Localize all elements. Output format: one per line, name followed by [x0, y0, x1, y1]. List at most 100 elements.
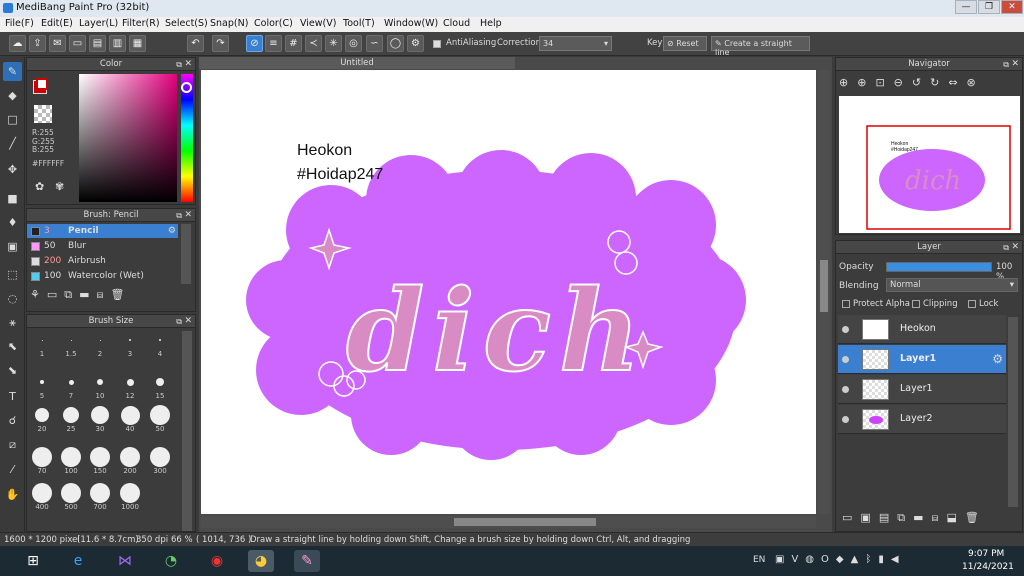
save-icon[interactable]: ▥ [109, 35, 126, 52]
close-icon[interactable]: ✕ [184, 209, 192, 222]
new-document-icon[interactable]: ▭ [69, 35, 86, 52]
palette-add-icon[interactable]: ✾ [55, 180, 64, 193]
brush-size-option[interactable]: 5 [28, 372, 56, 400]
undock-icon[interactable]: ⧉ [176, 315, 182, 328]
select-tool-icon[interactable]: ⬚ [3, 265, 22, 284]
select-eraser-tool-icon[interactable]: ⬊ [3, 361, 22, 380]
layer-row-layer1-selected[interactable]: Layer1 ⚙ [838, 345, 1006, 374]
line-tool-icon[interactable]: ╱ [3, 134, 22, 153]
layer-row-heokon[interactable]: Heokon [838, 315, 1006, 344]
brush-list-scrollbar[interactable] [181, 224, 191, 284]
text-tool-icon[interactable]: T [3, 387, 22, 406]
zoom-out-icon[interactable]: ⊖ [894, 76, 912, 89]
menu-snap[interactable]: Snap(N) [210, 18, 248, 29]
menu-cloud[interactable]: Cloud [443, 18, 470, 29]
canvas-horizontal-scrollbar[interactable] [201, 516, 816, 528]
paint-taskbar-icon[interactable]: ✎ [294, 550, 320, 572]
brush-size-option[interactable]: 4 [146, 330, 174, 358]
brush-size-option[interactable]: 2 [86, 330, 114, 358]
menu-view[interactable]: View(V) [300, 18, 336, 29]
merge-layer-icon[interactable]: ⬓ [946, 511, 964, 524]
menu-select[interactable]: Select(S) [165, 18, 208, 29]
menu-window[interactable]: Window(W) [384, 18, 438, 29]
brush-size-option[interactable]: 30 [86, 405, 114, 433]
brush-item-pencil[interactable]: 3 Pencil ⚙ [27, 224, 178, 238]
lasso-tool-icon[interactable]: ◌ [3, 289, 22, 308]
palette-icon[interactable]: ✿ [35, 180, 44, 193]
brush-size-option[interactable]: 500 [57, 483, 85, 511]
brush-size-option[interactable]: 12 [116, 372, 144, 400]
brush-item-watercolor[interactable]: 100 Watercolor (Wet) [27, 269, 178, 283]
new-color-layer-icon[interactable]: ▣ [860, 511, 878, 524]
visual-studio-icon[interactable]: ⋈ [112, 550, 138, 572]
rotate-right-icon[interactable]: ↻ [930, 76, 948, 89]
menu-edit[interactable]: Edit(E) [41, 18, 73, 29]
grid-icon[interactable]: ▦ [129, 35, 146, 52]
maximize-button[interactable]: ❐ [978, 0, 1000, 14]
duplicate-icon[interactable]: ⧈ [97, 288, 111, 301]
divide-tool-icon[interactable]: ⧄ [3, 435, 22, 454]
brush-size-option[interactable]: 25 [57, 405, 85, 433]
tray-up-icon[interactable]: ▲ [851, 554, 866, 565]
menu-help[interactable]: Help [480, 18, 502, 29]
gear-icon[interactable]: ⚙ [168, 224, 176, 238]
medibang-taskbar-icon[interactable]: ◕ [248, 550, 274, 572]
open-icon[interactable]: ▤ [89, 35, 106, 52]
brush-size-option[interactable]: 15 [146, 372, 174, 400]
brush-size-option[interactable]: 100 [57, 447, 85, 475]
add-brush-icon[interactable]: ⚘ [30, 288, 47, 301]
brush-size-option[interactable]: 200 [116, 447, 144, 475]
ellipse-snap-icon[interactable]: ◯ [387, 35, 404, 52]
brush-size-option[interactable]: 700 [86, 483, 114, 511]
lock-checkbox[interactable] [968, 299, 976, 308]
brush-size-option[interactable]: 400 [28, 483, 56, 511]
visibility-icon[interactable] [842, 326, 849, 333]
brush-size-option[interactable]: 7 [57, 372, 85, 400]
visibility-icon[interactable] [842, 356, 849, 363]
radial-snap-icon[interactable]: ✳ [325, 35, 342, 52]
reset-button[interactable]: ⊘ Reset [663, 36, 707, 51]
duplicate-layer-icon[interactable]: ⧈ [931, 511, 946, 524]
menu-filter[interactable]: Filter(R) [122, 18, 160, 29]
language-indicator[interactable]: EN [753, 555, 765, 565]
fill-rect-tool-icon[interactable]: ■ [3, 189, 22, 208]
chat-icon[interactable]: ✉ [49, 35, 66, 52]
brush-size-option[interactable]: 10 [86, 372, 114, 400]
fit-icon[interactable]: ⊡ [875, 76, 893, 89]
undo-icon[interactable]: ↶ [187, 35, 204, 52]
close-icon[interactable]: ✕ [184, 315, 192, 328]
upload-icon[interactable]: ⇪ [29, 35, 46, 52]
brush-size-option[interactable]: 50 [146, 405, 174, 433]
brush-size-option[interactable]: 1 [28, 330, 56, 358]
visibility-icon[interactable] [842, 386, 849, 393]
brush-item-blur[interactable]: 50 Blur [27, 239, 178, 253]
eyedropper-tool-icon[interactable]: ⁄ [3, 460, 22, 479]
redo-icon[interactable]: ↷ [212, 35, 229, 52]
antialiasing-checkbox[interactable] [433, 40, 441, 48]
brush-item-airbrush[interactable]: 200 Airbrush [27, 254, 178, 268]
reset-view-icon[interactable]: ⊗ [967, 76, 985, 89]
folder-icon[interactable]: ▬ [913, 511, 931, 524]
move-tool-icon[interactable]: ✥ [3, 160, 22, 179]
close-icon[interactable]: ✕ [1011, 241, 1019, 254]
snap-off-icon[interactable]: ⊘ [246, 35, 263, 52]
brush-size-option[interactable]: 1000 [116, 483, 144, 511]
brush-size-option[interactable]: 3 [116, 330, 144, 358]
new-halftone-layer-icon[interactable]: ▤ [879, 511, 897, 524]
undock-icon[interactable]: ⧉ [1003, 58, 1009, 71]
cloud-icon[interactable]: ☁ [9, 35, 26, 52]
parallel-snap-icon[interactable]: ≡ [265, 35, 282, 52]
hue-slider[interactable] [181, 74, 193, 202]
rotate-left-icon[interactable]: ↺ [912, 76, 930, 89]
circle-snap-icon[interactable]: ◎ [345, 35, 362, 52]
minimize-button[interactable]: — [955, 0, 977, 14]
primary-color-swatch[interactable] [36, 78, 48, 90]
layer-list-scrollbar[interactable] [1008, 317, 1018, 507]
zoom-in-icon[interactable]: ⊕ [857, 76, 875, 89]
brush-size-option[interactable]: 70 [28, 447, 56, 475]
opacity-slider[interactable] [886, 262, 992, 272]
saturation-value-picker[interactable] [79, 74, 177, 202]
trash-icon[interactable]: 🗑 [965, 511, 987, 524]
start-icon[interactable]: ⊞ [20, 550, 46, 572]
undock-icon[interactable]: ⧉ [176, 209, 182, 222]
